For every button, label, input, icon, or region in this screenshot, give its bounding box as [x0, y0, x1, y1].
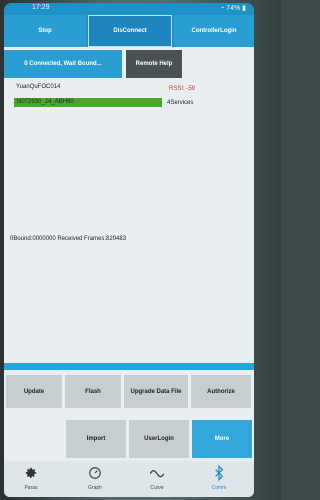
more-button[interactable]: More	[192, 420, 252, 458]
separator-bar	[4, 363, 254, 370]
nav-label-comm: Comm	[211, 485, 227, 491]
nav-label-curve: Curve	[150, 485, 164, 491]
wave-icon	[149, 465, 165, 481]
gauge-icon	[87, 465, 103, 481]
disconnect-label: DisConnect	[113, 28, 147, 34]
wifi-icon: ◔	[219, 5, 225, 12]
info-line: 0Bound:0000000 Received Frames:820483	[10, 236, 127, 242]
battery-percent: 74%	[226, 5, 241, 12]
status-right: ◔ 74% ▮	[220, 4, 246, 12]
device-row[interactable]: N072930_24_ABH90	[14, 98, 162, 107]
flash-label: Flash	[85, 388, 101, 395]
bottom-nav: Paras Graph Curve Comm	[4, 461, 254, 497]
rssi-value: RSSI: -59	[169, 86, 196, 92]
device-id: N072930_24_ABH90	[17, 99, 74, 105]
nav-item-paras[interactable]: Paras	[6, 461, 56, 497]
nav-item-curve[interactable]: Curve	[132, 461, 182, 497]
app-screen: 17:29 ◔ 74% ▮ Stop DisConnect Controller…	[4, 3, 254, 497]
update-button[interactable]: Update	[6, 375, 62, 408]
nav-label-paras: Paras	[24, 485, 38, 491]
bluetooth-icon	[211, 465, 227, 481]
stop-button[interactable]: Stop	[4, 15, 86, 47]
authorize-label: Authorize	[207, 388, 235, 395]
battery-icon: ▮	[242, 5, 246, 12]
user-login-button[interactable]: UserLogin	[129, 420, 189, 458]
flash-button[interactable]: Flash	[65, 375, 121, 408]
controller-login-button[interactable]: ControllerLogin	[174, 15, 254, 47]
connection-status-label: 0 Connected, Wait Bound...	[24, 61, 102, 67]
import-button[interactable]: Import	[66, 420, 126, 458]
upgrade-data-file-button[interactable]: Upgrade Data File	[124, 375, 188, 408]
nav-label-graph: Graph	[88, 485, 102, 491]
update-label: Update	[23, 388, 45, 395]
status-time: 17:29	[32, 4, 50, 11]
more-label: More	[214, 436, 230, 442]
user-login-label: UserLogin	[144, 436, 174, 442]
stop-label: Stop	[38, 28, 52, 34]
nav-item-comm[interactable]: Comm	[194, 461, 244, 497]
status-bar: 17:29 ◔ 74% ▮	[4, 3, 254, 15]
top-toolbar: Stop DisConnect ControllerLogin	[4, 15, 254, 47]
connection-status-button[interactable]: 0 Connected, Wait Bound...	[4, 50, 122, 78]
services-count: 4Services	[167, 100, 194, 106]
controller-login-label: ControllerLogin	[191, 28, 237, 34]
nav-item-graph[interactable]: Graph	[70, 461, 120, 497]
remote-help-label: Remote Help	[135, 61, 173, 67]
disconnect-button[interactable]: DisConnect	[88, 15, 172, 47]
upgrade-data-file-label: Upgrade Data File	[130, 388, 182, 395]
import-label: Import	[86, 436, 106, 442]
authorize-button[interactable]: Authorize	[191, 375, 251, 408]
remote-help-button[interactable]: Remote Help	[126, 50, 182, 78]
phone-frame: 17:29 ◔ 74% ▮ Stop DisConnect Controller…	[0, 0, 281, 500]
device-name: YuanQuFOC014	[16, 84, 61, 90]
gear-icon	[23, 465, 39, 481]
